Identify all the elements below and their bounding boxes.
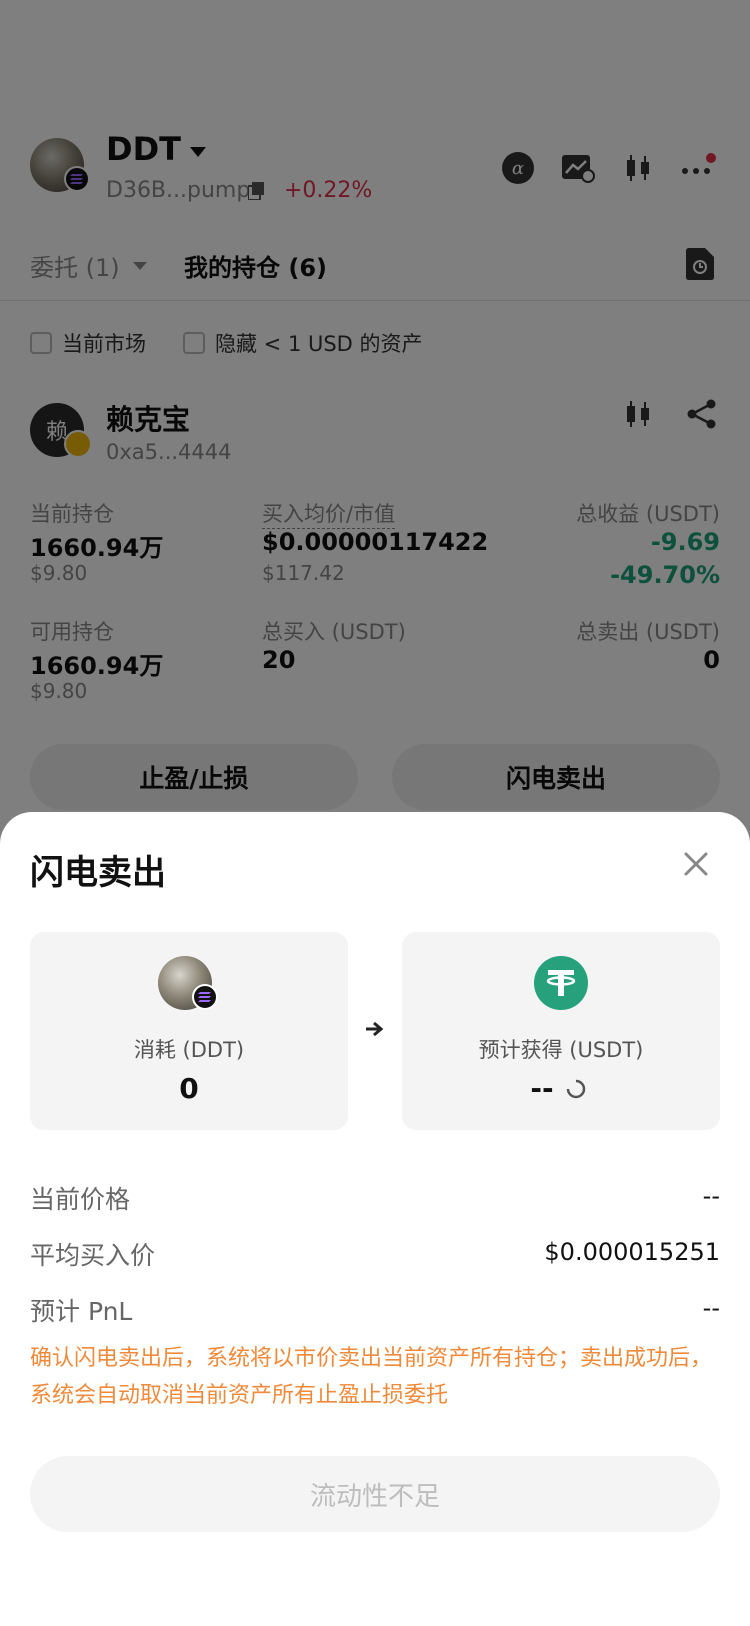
- from-value: 0: [179, 1072, 199, 1105]
- close-icon[interactable]: [680, 848, 712, 880]
- pnl-value: --: [702, 1294, 720, 1322]
- usdt-icon: [534, 956, 588, 1010]
- from-label: 消耗 (DDT): [133, 1038, 245, 1062]
- loading-spinner-icon: [566, 1079, 586, 1103]
- solana-chain-icon: [192, 984, 218, 1010]
- current-price-label: 当前价格: [30, 1185, 131, 1214]
- pnl-label: 预计 PnL: [30, 1297, 133, 1326]
- sheet-title: 闪电卖出: [30, 853, 166, 893]
- arrow-right-icon: [366, 1020, 386, 1042]
- to-value: --: [530, 1072, 554, 1105]
- warning-text: 确认闪电卖出后，系统将以市价卖出当前资产所有持仓；卖出成功后，系统会自动取消当前…: [30, 1346, 713, 1408]
- to-label: 预计获得 (USDT): [478, 1038, 644, 1062]
- avg-buy-value: $0.000015251: [544, 1238, 720, 1266]
- avg-buy-label: 平均买入价: [30, 1241, 156, 1270]
- insufficient-liquidity-button[interactable]: 流动性不足: [30, 1456, 720, 1532]
- current-price-value: --: [702, 1182, 720, 1210]
